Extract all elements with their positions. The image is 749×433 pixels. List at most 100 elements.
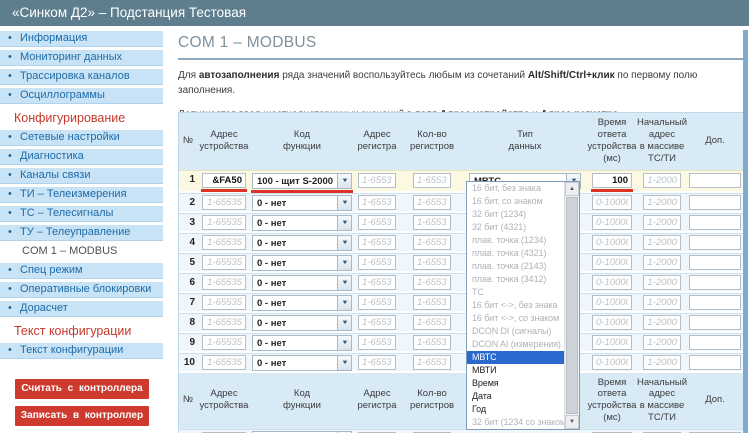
sidebar-item[interactable]: •Сетевые настройки [0, 130, 163, 146]
register-count-input[interactable] [413, 315, 451, 330]
function-code-select[interactable]: 0 - нет▼ [252, 215, 352, 231]
dropdown-scrollbar[interactable]: ▲ ▼ [564, 182, 579, 429]
register-count-input[interactable] [413, 173, 451, 188]
register-address-input[interactable] [358, 255, 396, 270]
response-time-input[interactable] [592, 315, 632, 330]
dropdown-option[interactable]: МВТС [467, 351, 564, 364]
dropdown-option[interactable]: плав. точка (2143) [467, 260, 564, 273]
start-address-input[interactable] [643, 275, 681, 290]
dropdown-option[interactable]: МВТИ [467, 364, 564, 377]
response-time-input[interactable] [592, 255, 632, 270]
extra-input[interactable] [689, 315, 741, 330]
response-time-input[interactable] [592, 355, 632, 370]
sidebar-item-active[interactable]: COM 1 – MODBUS [0, 244, 163, 260]
device-address-input[interactable] [202, 215, 246, 230]
register-count-input[interactable] [413, 255, 451, 270]
read-from-controller-button[interactable]: Считать с контроллера [15, 379, 149, 399]
register-address-input[interactable] [358, 235, 396, 250]
sidebar-item[interactable]: •Дорасчет [0, 301, 163, 317]
extra-input[interactable] [689, 255, 741, 270]
response-time-input[interactable] [592, 235, 632, 250]
response-time-input[interactable] [592, 335, 632, 350]
function-code-select[interactable]: 0 - нет▼ [252, 355, 352, 371]
start-address-input[interactable] [643, 295, 681, 310]
function-code-select[interactable]: 0 - нет▼ [252, 315, 352, 331]
sidebar-item[interactable]: •Спец режим [0, 263, 163, 279]
dropdown-option[interactable]: 16 бит, со знаком [467, 195, 564, 208]
register-count-input[interactable] [413, 235, 451, 250]
response-time-input[interactable] [592, 275, 632, 290]
register-address-input[interactable] [358, 335, 396, 350]
response-time-input[interactable] [592, 173, 632, 188]
function-code-select[interactable]: 0 - нет▼ [252, 275, 352, 291]
function-code-select[interactable]: 100 - щит S-2000▼ [252, 173, 352, 189]
sidebar-item[interactable]: •Текст конфигурации [0, 343, 163, 359]
function-code-select[interactable]: 0 - нет▼ [252, 295, 352, 311]
start-address-input[interactable] [643, 355, 681, 370]
register-address-input[interactable] [358, 173, 396, 188]
scroll-down-icon[interactable]: ▼ [565, 415, 579, 429]
device-address-input[interactable] [202, 335, 246, 350]
extra-input[interactable] [689, 195, 741, 210]
device-address-input[interactable] [202, 235, 246, 250]
response-time-input[interactable] [592, 195, 632, 210]
sidebar-item[interactable]: •Каналы связи [0, 168, 163, 184]
function-code-select[interactable]: 0 - нет▼ [252, 255, 352, 271]
dropdown-option[interactable]: 32 бит (4321) [467, 221, 564, 234]
register-count-input[interactable] [413, 335, 451, 350]
dropdown-option[interactable]: 16 бит, без знака [467, 182, 564, 195]
sidebar-item[interactable]: •ТУ – Телеуправление [0, 225, 163, 241]
sidebar-item[interactable]: •ТИ – Телеизмерения [0, 187, 163, 203]
content-scrollbar[interactable] [743, 30, 748, 433]
extra-input[interactable] [689, 275, 741, 290]
start-address-input[interactable] [643, 255, 681, 270]
register-count-input[interactable] [413, 355, 451, 370]
scrollbar-thumb[interactable] [566, 197, 578, 414]
sidebar-item[interactable]: •Мониторинг данных [0, 50, 163, 66]
start-address-input[interactable] [643, 173, 681, 188]
dropdown-option[interactable]: 16 бит <->, со знаком [467, 312, 564, 325]
extra-input[interactable] [689, 215, 741, 230]
dropdown-option[interactable]: плав. точка (3412) [467, 273, 564, 286]
register-address-input[interactable] [358, 215, 396, 230]
write-to-controller-button[interactable]: Записать в контроллер [15, 406, 149, 426]
sidebar-item[interactable]: •Трассировка каналов [0, 69, 163, 85]
device-address-input[interactable] [202, 173, 246, 188]
extra-input[interactable] [689, 235, 741, 250]
register-count-input[interactable] [413, 275, 451, 290]
extra-input[interactable] [689, 355, 741, 370]
dropdown-option[interactable]: DCON DI (сигналы) [467, 325, 564, 338]
dropdown-option[interactable]: Дата [467, 390, 564, 403]
start-address-input[interactable] [643, 215, 681, 230]
start-address-input[interactable] [643, 195, 681, 210]
function-code-select[interactable]: 0 - нет▼ [252, 195, 352, 211]
sidebar-item[interactable]: •Диагностика [0, 149, 163, 165]
extra-input[interactable] [689, 173, 741, 188]
response-time-input[interactable] [592, 295, 632, 310]
start-address-input[interactable] [643, 315, 681, 330]
register-count-input[interactable] [413, 295, 451, 310]
sidebar-item[interactable]: •Осциллограммы [0, 88, 163, 104]
start-address-input[interactable] [643, 235, 681, 250]
dropdown-option[interactable]: 32 бит (1234) [467, 208, 564, 221]
extra-input[interactable] [689, 335, 741, 350]
response-time-input[interactable] [592, 215, 632, 230]
register-address-input[interactable] [358, 275, 396, 290]
sidebar-item[interactable]: •Информация [0, 31, 163, 47]
dropdown-option[interactable]: 32 бит (1234 со знаком) [467, 416, 564, 429]
dropdown-option[interactable]: 16 бит <->, без знака [467, 299, 564, 312]
device-address-input[interactable] [202, 255, 246, 270]
sidebar-item[interactable]: •Оперативные блокировки [0, 282, 163, 298]
extra-input[interactable] [689, 295, 741, 310]
dropdown-option[interactable]: ТС [467, 286, 564, 299]
device-address-input[interactable] [202, 355, 246, 370]
device-address-input[interactable] [202, 275, 246, 290]
register-count-input[interactable] [413, 215, 451, 230]
dropdown-option[interactable]: Время [467, 377, 564, 390]
device-address-input[interactable] [202, 315, 246, 330]
sidebar-item[interactable]: •ТС – Телесигналы [0, 206, 163, 222]
register-address-input[interactable] [358, 355, 396, 370]
start-address-input[interactable] [643, 335, 681, 350]
register-address-input[interactable] [358, 315, 396, 330]
dropdown-option[interactable]: плав. точка (4321) [467, 247, 564, 260]
